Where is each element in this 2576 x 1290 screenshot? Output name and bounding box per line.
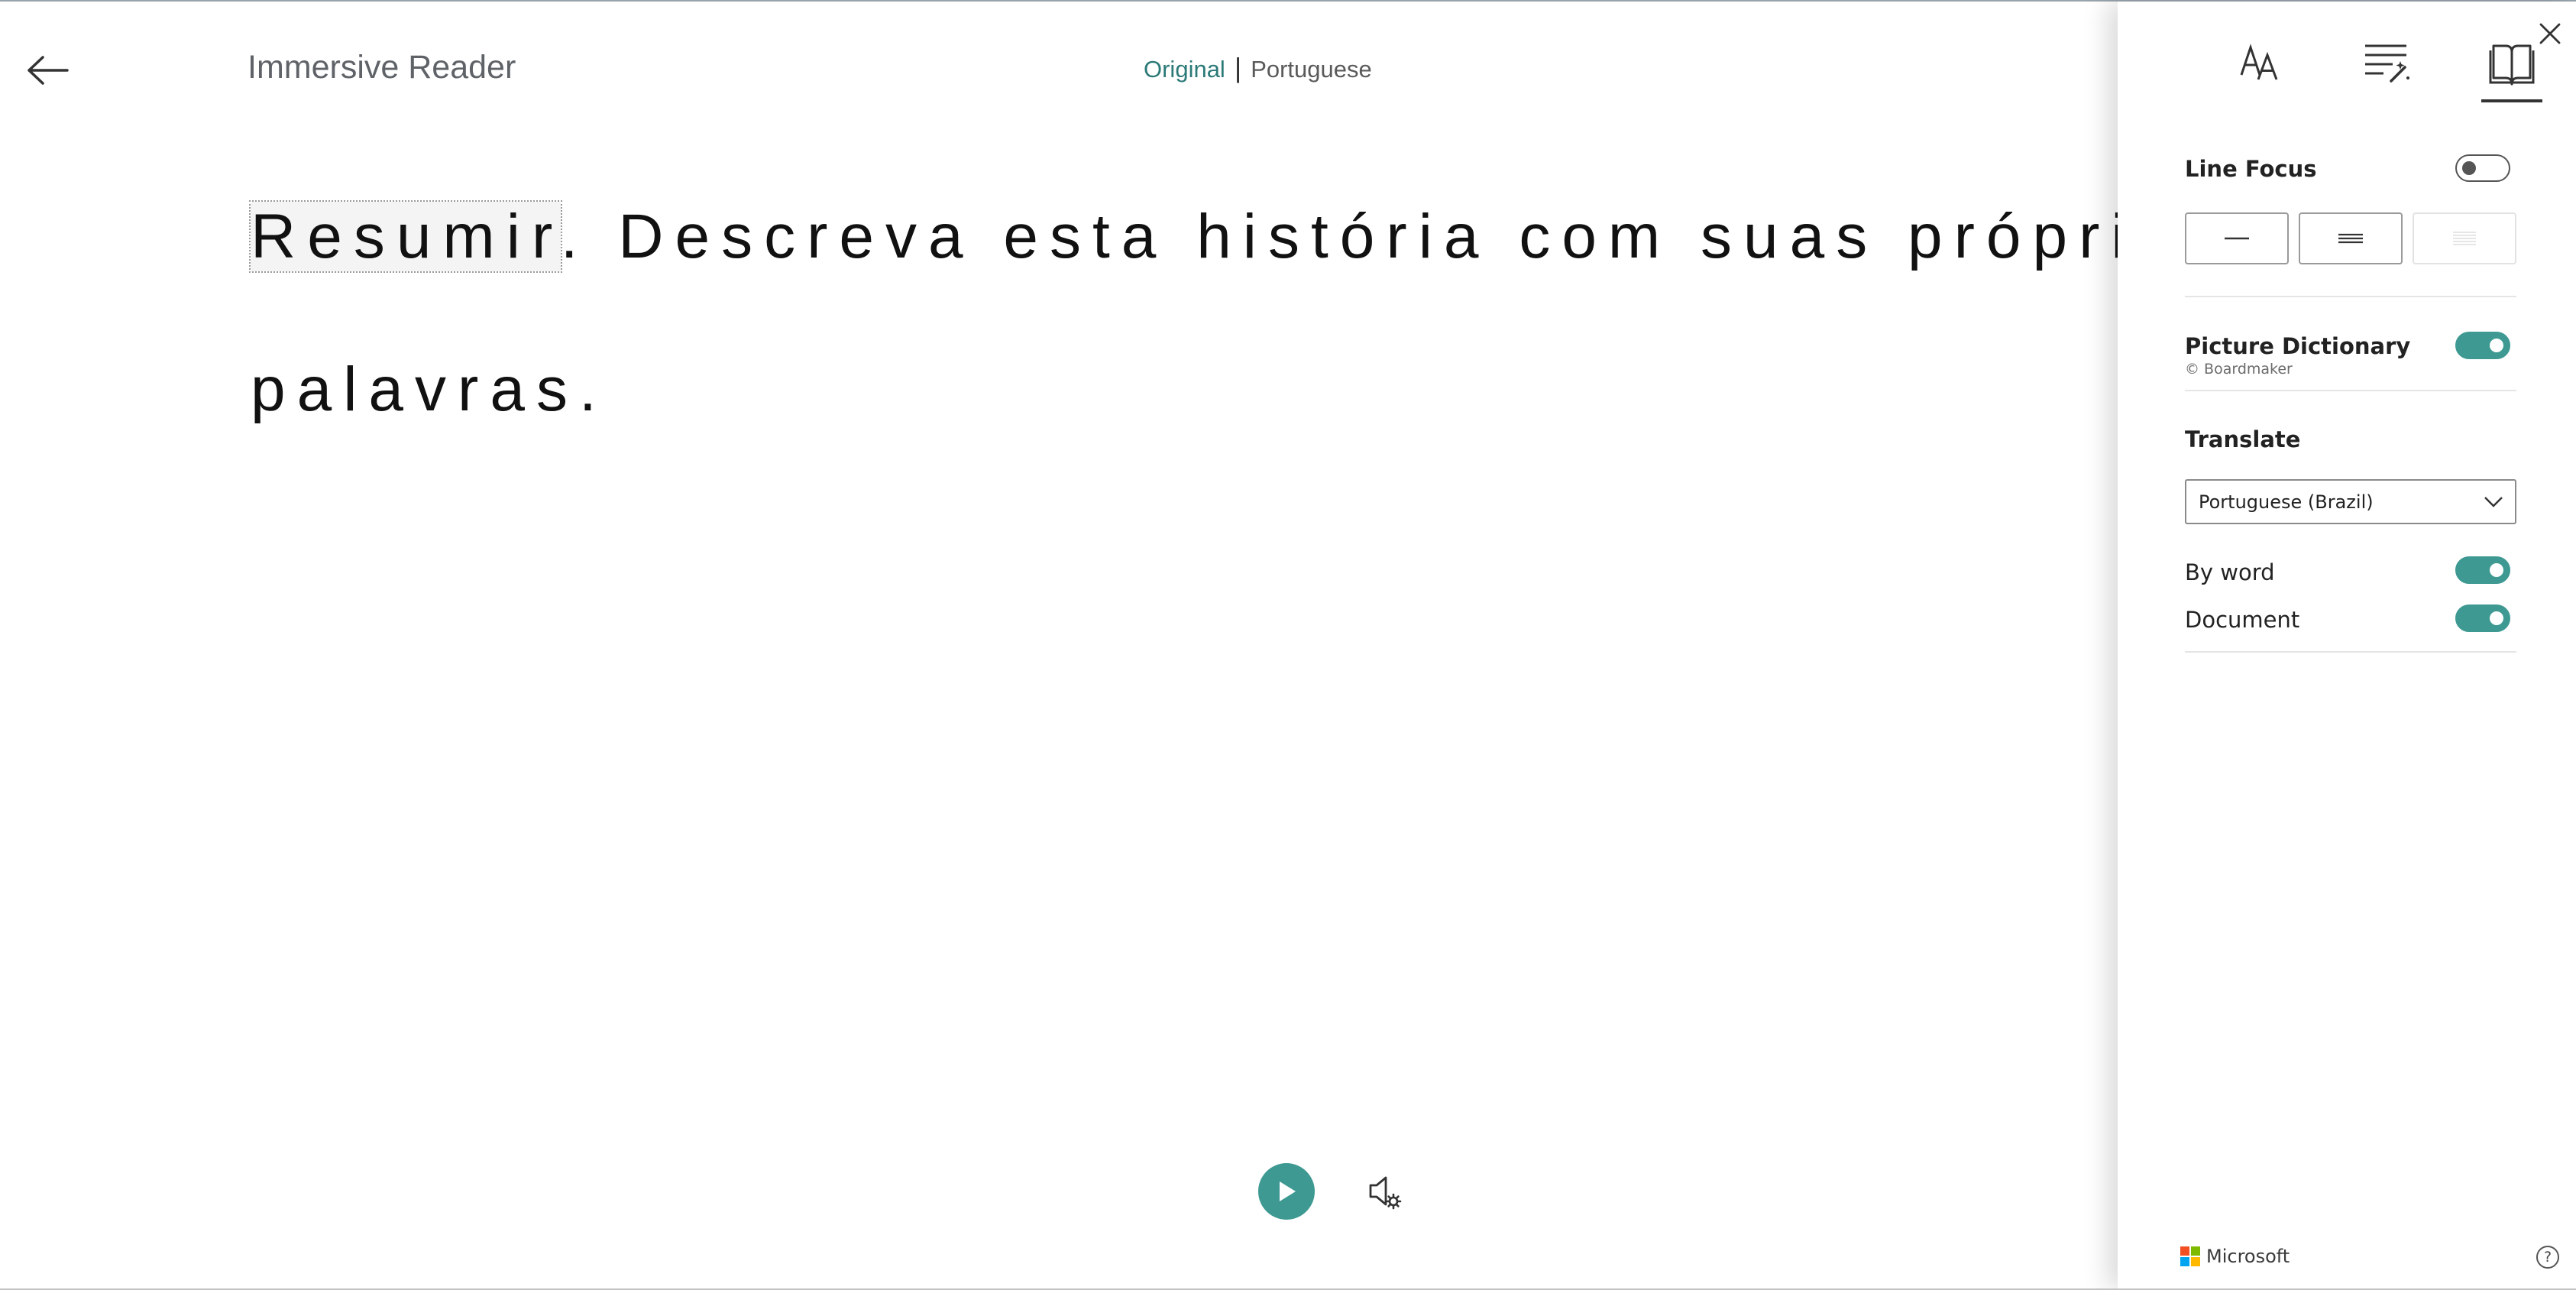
- section-divider: [2185, 651, 2516, 653]
- one-line-icon: [2225, 237, 2249, 240]
- translate-by-word-label: By word: [2185, 559, 2275, 585]
- back-button[interactable]: [23, 46, 72, 95]
- selected-language: Portuguese (Brazil): [2199, 491, 2374, 513]
- close-icon: [2539, 23, 2561, 44]
- logo-square-blue: [2180, 1257, 2189, 1266]
- section-divider: [2185, 390, 2516, 391]
- five-lines-icon: [2453, 232, 2476, 245]
- close-panel-button[interactable]: [2535, 18, 2565, 49]
- toggle-knob: [2490, 611, 2503, 625]
- reader-content: Resumir. Descreva esta história com suas…: [249, 160, 2214, 466]
- picture-dictionary-credit: © Boardmaker: [2185, 361, 2293, 378]
- logo-square-green: [2191, 1246, 2200, 1256]
- translate-document-label: Document: [2185, 607, 2300, 633]
- speaker-settings-icon: [1369, 1176, 1402, 1210]
- original-language-link[interactable]: Original: [1144, 56, 1225, 83]
- brand-name: Microsoft: [2206, 1246, 2290, 1267]
- arrow-left-icon: [28, 56, 69, 85]
- play-button[interactable]: [1258, 1163, 1315, 1220]
- toggle-knob: [2490, 563, 2503, 577]
- picture-dictionary-label: Picture Dictionary: [2185, 333, 2411, 359]
- logo-square-red: [2180, 1246, 2189, 1256]
- line-focus-three-lines-button[interactable]: [2299, 212, 2403, 264]
- panel-tabs: [2118, 2, 2576, 109]
- reader-line: Resumir. Descreva esta história com suas…: [249, 160, 2214, 313]
- translate-language-select[interactable]: Portuguese (Brazil): [2185, 479, 2516, 524]
- toggle-knob: [2490, 339, 2503, 352]
- toggle-knob: [2462, 161, 2476, 175]
- help-button[interactable]: ?: [2536, 1246, 2559, 1269]
- translate-document-toggle[interactable]: [2455, 604, 2510, 632]
- picture-dictionary-toggle[interactable]: [2455, 332, 2510, 359]
- chevron-down-icon: [2484, 497, 2503, 507]
- immersive-reader-window: Immersive Reader Original | Portuguese R…: [0, 0, 2576, 1290]
- voice-settings-button[interactable]: [1364, 1171, 1407, 1214]
- translate-by-word-toggle[interactable]: [2455, 556, 2510, 584]
- logo-square-yellow: [2191, 1257, 2200, 1266]
- line-focus-toggle[interactable]: [2455, 154, 2510, 182]
- line-focus-one-line-button[interactable]: [2185, 212, 2289, 264]
- reader-text-segment[interactable]: palavras.: [251, 355, 608, 424]
- line-focus-label: Line Focus: [2185, 156, 2317, 182]
- microsoft-brand: Microsoft: [2180, 1246, 2290, 1267]
- focused-word[interactable]: Resumir: [249, 200, 562, 273]
- microsoft-logo-icon: [2180, 1246, 2200, 1266]
- tab-grammar-options[interactable]: [2354, 41, 2419, 102]
- play-icon: [1280, 1181, 1296, 1201]
- translated-language-link[interactable]: Portuguese: [1251, 56, 1372, 83]
- language-switch: Original | Portuguese: [1144, 52, 1372, 86]
- line-focus-five-lines-button[interactable]: [2413, 212, 2516, 264]
- reader-line: palavras.: [251, 313, 2122, 466]
- app-title: Immersive Reader: [248, 49, 516, 86]
- reader-text-segment[interactable]: . Descreva esta história com suas própri…: [561, 202, 2226, 271]
- translate-label: Translate: [2185, 426, 2301, 452]
- text-size-icon: [2240, 44, 2278, 80]
- three-lines-icon: [2338, 233, 2363, 244]
- tab-reading-preferences[interactable]: [2480, 41, 2544, 102]
- settings-panel: Line Focus Picture Dictionary © Boardmak…: [2118, 2, 2576, 1288]
- section-divider: [2185, 296, 2516, 297]
- help-icon: ?: [2543, 1249, 2552, 1266]
- grammar-options-icon: [2365, 44, 2409, 83]
- language-separator: |: [1234, 52, 1242, 83]
- book-icon: [2489, 44, 2535, 86]
- tab-text-preferences[interactable]: [2229, 41, 2293, 102]
